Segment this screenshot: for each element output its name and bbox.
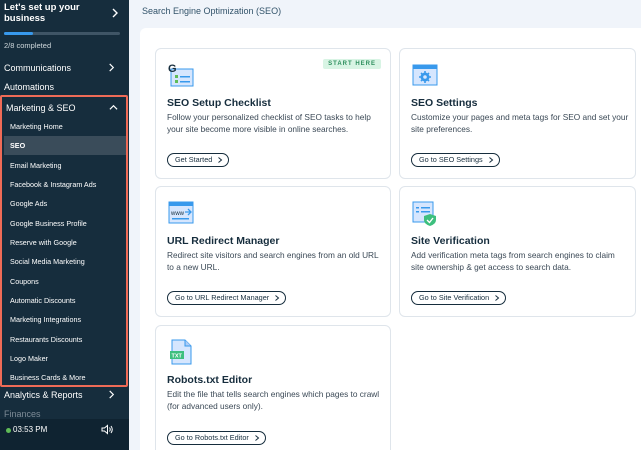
page-title: Search Engine Optimization (SEO): [142, 6, 282, 16]
setup-progress-fill: [4, 32, 33, 35]
card-seo-setup-checklist: G START HERE SEO Setup Checklist Follow …: [155, 48, 391, 179]
online-status-dot: [6, 428, 11, 433]
card-title: SEO Settings: [411, 97, 478, 109]
card-description: Edit the file that tells search engines …: [167, 389, 380, 411]
chevron-up-icon[interactable]: [109, 103, 118, 112]
chevron-right-icon: [255, 435, 260, 441]
gear-page-icon: [412, 64, 438, 86]
setup-widget[interactable]: Let's set up your business 2/8 completed: [4, 2, 124, 50]
status-time: 03:53 PM: [13, 425, 48, 434]
sidebar-subitem-restaurants-discounts[interactable]: Restaurants Discounts: [4, 330, 126, 349]
sidebar: Let's set up your business 2/8 completed…: [0, 0, 129, 450]
marketing-seo-group: Marketing & SEO Marketing Home SEO Email…: [0, 95, 128, 387]
button-label: Go to Robots.txt Editor: [175, 433, 249, 442]
get-started-button[interactable]: Get Started: [167, 153, 230, 167]
sidebar-subitem-marketing-home[interactable]: Marketing Home: [4, 117, 126, 136]
sidebar-subitem-google-ads[interactable]: Google Ads: [4, 194, 126, 213]
setup-title: Let's set up your business: [4, 2, 80, 24]
button-label: Go to Site Verification: [419, 293, 490, 302]
card-description: Follow your personalized checklist of SE…: [167, 112, 371, 134]
sidebar-subitem-business-cards[interactable]: Business Cards & More: [4, 368, 126, 387]
sidebar-subitem-seo[interactable]: SEO: [4, 136, 126, 155]
sidebar-subitem-google-business-profile[interactable]: Google Business Profile: [4, 214, 126, 233]
card-seo-settings: SEO Settings Customize your pages and me…: [399, 48, 636, 179]
www-redirect-icon: www: [168, 201, 194, 224]
start-here-badge: START HERE: [323, 59, 381, 69]
status-bar: 03:53 PM: [0, 419, 129, 450]
sidebar-item-automations[interactable]: Automations: [4, 82, 54, 92]
button-label: Go to URL Redirect Manager: [175, 293, 270, 302]
setup-progress-bar: [4, 32, 120, 35]
sidebar-subitem-logo-maker[interactable]: Logo Maker: [4, 349, 126, 368]
setup-progress-text: 2/8 completed: [4, 41, 52, 50]
sidebar-subitem-marketing-integrations[interactable]: Marketing Integrations: [4, 310, 126, 329]
card-site-verification: Site Verification Add verification meta …: [399, 186, 636, 317]
card-title: URL Redirect Manager: [167, 235, 280, 247]
chevron-right-icon[interactable]: [110, 8, 120, 18]
sidebar-subitem-automatic-discounts[interactable]: Automatic Discounts: [4, 291, 126, 310]
button-label: Go to SEO Settings: [419, 155, 483, 164]
card-description: Customize your pages and meta tags for S…: [411, 112, 629, 134]
card-title: Site Verification: [411, 235, 490, 247]
card-description: Add verification meta tags from search e…: [411, 250, 615, 272]
sidebar-subitem-coupons[interactable]: Coupons: [4, 272, 126, 291]
main-content: Search Engine Optimization (SEO) G START…: [129, 0, 641, 450]
card-description: Redirect site visitors and search engine…: [167, 250, 379, 272]
txt-file-icon: TXT: [170, 339, 192, 365]
svg-text:G: G: [168, 63, 177, 75]
sidebar-item-communications[interactable]: Communications: [4, 63, 71, 73]
card-url-redirect-manager: www URL Redirect Manager Redirect site v…: [155, 186, 391, 317]
card-robots-txt-editor: TXT Robots.txt Editor Edit the file that…: [155, 325, 391, 450]
sidebar-item-finances[interactable]: Finances: [4, 409, 41, 419]
go-to-robots-txt-editor-button[interactable]: Go to Robots.txt Editor: [167, 431, 266, 445]
card-title: SEO Setup Checklist: [167, 97, 271, 109]
go-to-seo-settings-button[interactable]: Go to SEO Settings: [411, 153, 500, 167]
chevron-right-icon: [275, 295, 280, 301]
google-checklist-icon: G: [168, 63, 194, 87]
svg-text:TXT: TXT: [172, 353, 183, 359]
sidebar-subitem-facebook-instagram-ads[interactable]: Facebook & Instagram Ads: [4, 175, 126, 194]
sidebar-subitem-social-media-marketing[interactable]: Social Media Marketing: [4, 252, 126, 271]
go-to-site-verification-button[interactable]: Go to Site Verification: [411, 291, 507, 305]
sidebar-item-marketing-seo[interactable]: Marketing & SEO: [6, 103, 76, 113]
chevron-right-icon[interactable]: [107, 63, 116, 72]
verified-shield-icon: [412, 201, 436, 226]
content-panel: G START HERE SEO Setup Checklist Follow …: [140, 28, 641, 450]
chevron-right-icon: [495, 295, 500, 301]
sidebar-subitem-reserve-with-google[interactable]: Reserve with Google: [4, 233, 126, 252]
chevron-right-icon: [488, 157, 493, 163]
speaker-icon[interactable]: [101, 424, 114, 435]
sidebar-item-analytics-reports[interactable]: Analytics & Reports: [4, 390, 83, 400]
chevron-right-icon: [218, 157, 223, 163]
sidebar-subitem-email-marketing[interactable]: Email Marketing: [4, 156, 126, 175]
go-to-url-redirect-manager-button[interactable]: Go to URL Redirect Manager: [167, 291, 287, 305]
button-label: Get Started: [175, 155, 213, 164]
card-title: Robots.txt Editor: [167, 374, 253, 386]
svg-text:www: www: [170, 211, 185, 217]
chevron-right-icon[interactable]: [107, 390, 116, 399]
